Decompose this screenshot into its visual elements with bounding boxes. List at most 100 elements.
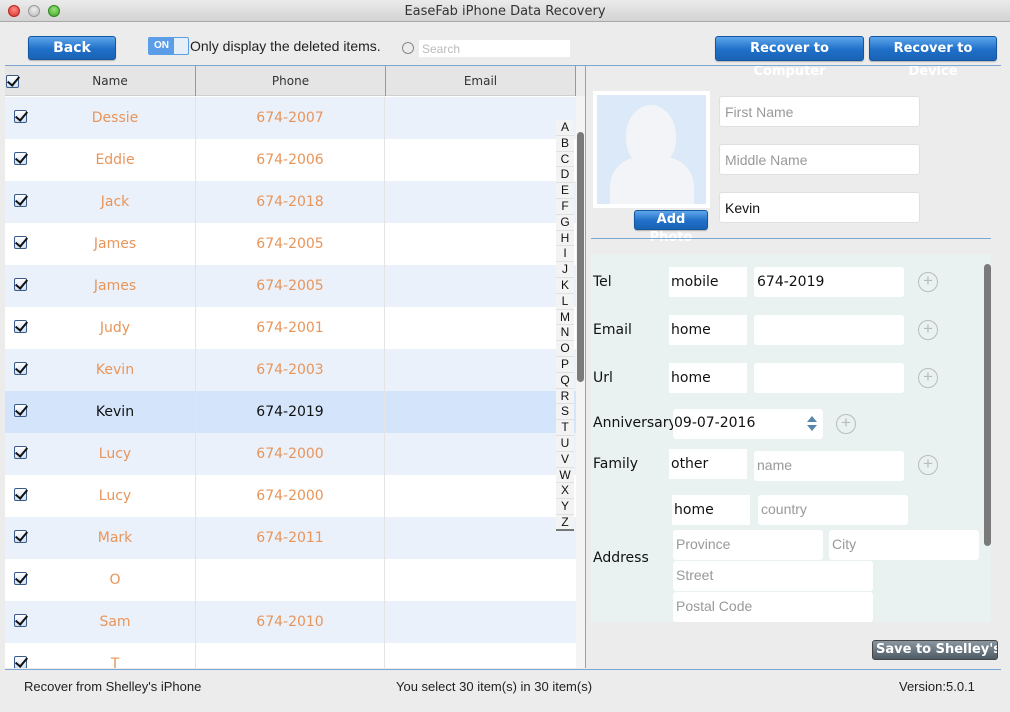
alphabet-index-letter[interactable]: J (556, 262, 574, 278)
alphabet-index-letter[interactable]: C (556, 151, 574, 168)
alphabet-index-letter[interactable]: L (556, 293, 574, 310)
family-name-field[interactable] (754, 451, 904, 481)
alphabet-index-letter[interactable]: Y (556, 499, 574, 515)
alphabet-index-letter[interactable]: N (556, 325, 574, 342)
alphabet-index-letter[interactable]: Z (556, 514, 574, 531)
column-header-phone[interactable]: Phone (196, 66, 386, 96)
tel-value-field[interactable] (754, 267, 904, 297)
table-row[interactable]: Lucy 674-2000 (5, 433, 576, 475)
cell-email (385, 307, 576, 349)
add-photo-button[interactable]: Add Photo (634, 210, 708, 245)
row-checkbox[interactable] (14, 404, 27, 417)
deleted-only-toggle[interactable]: ON (148, 37, 189, 55)
alphabet-index-letter[interactable]: H (556, 230, 574, 247)
add-family-button[interactable]: + (918, 455, 938, 475)
email-label: Email (593, 322, 632, 338)
recover-to-computer-button[interactable]: Recover to Computer (715, 36, 864, 79)
row-checkbox[interactable] (14, 572, 27, 585)
table-row[interactable]: James 674-2005 (5, 223, 576, 265)
address-type-select[interactable]: home (672, 495, 750, 525)
alphabet-index-letter[interactable]: I (556, 246, 574, 263)
alphabet-index: ABCDEFGHIJKLMNOPQRSTUVWXYZ (556, 120, 574, 531)
column-header-email[interactable]: Email (386, 66, 576, 96)
row-checkbox[interactable] (14, 656, 27, 668)
add-email-button[interactable]: + (918, 320, 938, 340)
date-stepper[interactable] (807, 416, 817, 432)
url-value-field[interactable] (754, 363, 904, 393)
anniversary-date-picker[interactable]: 09-07-2016 (673, 409, 823, 439)
cell-name: Kevin (95, 404, 135, 420)
city-field[interactable] (829, 530, 979, 560)
row-checkbox[interactable] (14, 488, 27, 501)
street-field[interactable] (673, 561, 873, 591)
back-button[interactable]: Back (28, 36, 116, 60)
row-checkbox[interactable] (14, 278, 27, 291)
recover-to-device-button[interactable]: Recover to Device (869, 36, 997, 79)
url-type-select[interactable]: home (669, 363, 747, 393)
scrollbar-thumb[interactable] (577, 132, 584, 382)
row-checkbox[interactable] (14, 194, 27, 207)
email-type-select[interactable]: home (669, 315, 747, 345)
cell-email (385, 181, 576, 223)
alphabet-index-letter[interactable]: T (556, 420, 574, 436)
alphabet-index-letter[interactable]: A (556, 120, 574, 136)
country-field[interactable] (758, 495, 908, 525)
table-row[interactable]: Sam 674-2010 (5, 601, 576, 643)
province-field[interactable] (673, 530, 823, 560)
alphabet-index-letter[interactable]: X (556, 483, 574, 500)
row-checkbox[interactable] (14, 110, 27, 123)
row-checkbox[interactable] (14, 152, 27, 165)
table-row[interactable]: Eddie 674-2006 (5, 139, 576, 181)
row-checkbox[interactable] (14, 446, 27, 459)
alphabet-index-letter[interactable]: U (556, 435, 574, 452)
details-scrollbar[interactable] (983, 262, 992, 620)
last-name-field[interactable] (719, 192, 920, 223)
postal-code-field[interactable] (673, 592, 873, 622)
first-name-field[interactable] (719, 96, 920, 127)
scrollbar-thumb[interactable] (984, 264, 991, 546)
alphabet-index-letter[interactable]: S (556, 404, 574, 421)
column-header-name[interactable]: Name (25, 66, 196, 96)
email-value-field[interactable] (754, 315, 904, 345)
tel-type-select[interactable]: mobile (669, 267, 747, 297)
alphabet-index-letter[interactable]: R (556, 388, 574, 405)
table-row[interactable]: Kevin 674-2003 (5, 349, 576, 391)
table-row[interactable]: Judy 674-2001 (5, 307, 576, 349)
add-anniversary-button[interactable]: + (836, 414, 856, 434)
row-checkbox[interactable] (14, 236, 27, 249)
alphabet-index-letter[interactable]: V (556, 451, 574, 468)
alphabet-index-letter[interactable]: O (556, 341, 574, 357)
table-row[interactable]: O (5, 559, 576, 601)
alphabet-index-letter[interactable]: G (556, 214, 574, 231)
alphabet-index-letter[interactable]: W (556, 467, 574, 484)
middle-name-field[interactable] (719, 144, 920, 175)
alphabet-index-letter[interactable]: B (556, 135, 574, 152)
alphabet-index-letter[interactable]: K (556, 277, 574, 294)
table-row[interactable]: Lucy 674-2000 (5, 475, 576, 517)
save-to-device-button[interactable]: Save to Shelley's iP (872, 640, 998, 660)
alphabet-index-letter[interactable]: M (556, 309, 574, 326)
row-checkbox[interactable] (14, 320, 27, 333)
alphabet-index-letter[interactable]: Q (556, 372, 574, 389)
alphabet-index-letter[interactable]: P (556, 356, 574, 373)
table-row[interactable]: Kevin 674-2019 (5, 391, 576, 433)
alphabet-index-letter[interactable]: E (556, 183, 574, 199)
table-row[interactable]: T (5, 643, 576, 668)
search-input[interactable] (419, 40, 570, 57)
row-checkbox[interactable] (14, 530, 27, 543)
add-url-button[interactable]: + (918, 368, 938, 388)
table-row[interactable]: Mark 674-2011 (5, 517, 576, 559)
alphabet-index-letter[interactable]: D (556, 167, 574, 184)
table-row[interactable]: James 674-2005 (5, 265, 576, 307)
select-all-checkbox[interactable] (6, 75, 19, 88)
row-checkbox[interactable] (14, 614, 27, 627)
row-checkbox[interactable] (14, 362, 27, 375)
cell-name: James (93, 278, 137, 294)
table-row[interactable]: Dessie 674-2007 (5, 97, 576, 139)
table-scrollbar[interactable] (576, 96, 585, 668)
table-row[interactable]: Jack 674-2018 (5, 181, 576, 223)
family-type-select[interactable]: other (669, 449, 747, 479)
add-tel-button[interactable]: + (918, 272, 938, 292)
stepper-up-icon (807, 416, 817, 422)
alphabet-index-letter[interactable]: F (556, 198, 574, 215)
